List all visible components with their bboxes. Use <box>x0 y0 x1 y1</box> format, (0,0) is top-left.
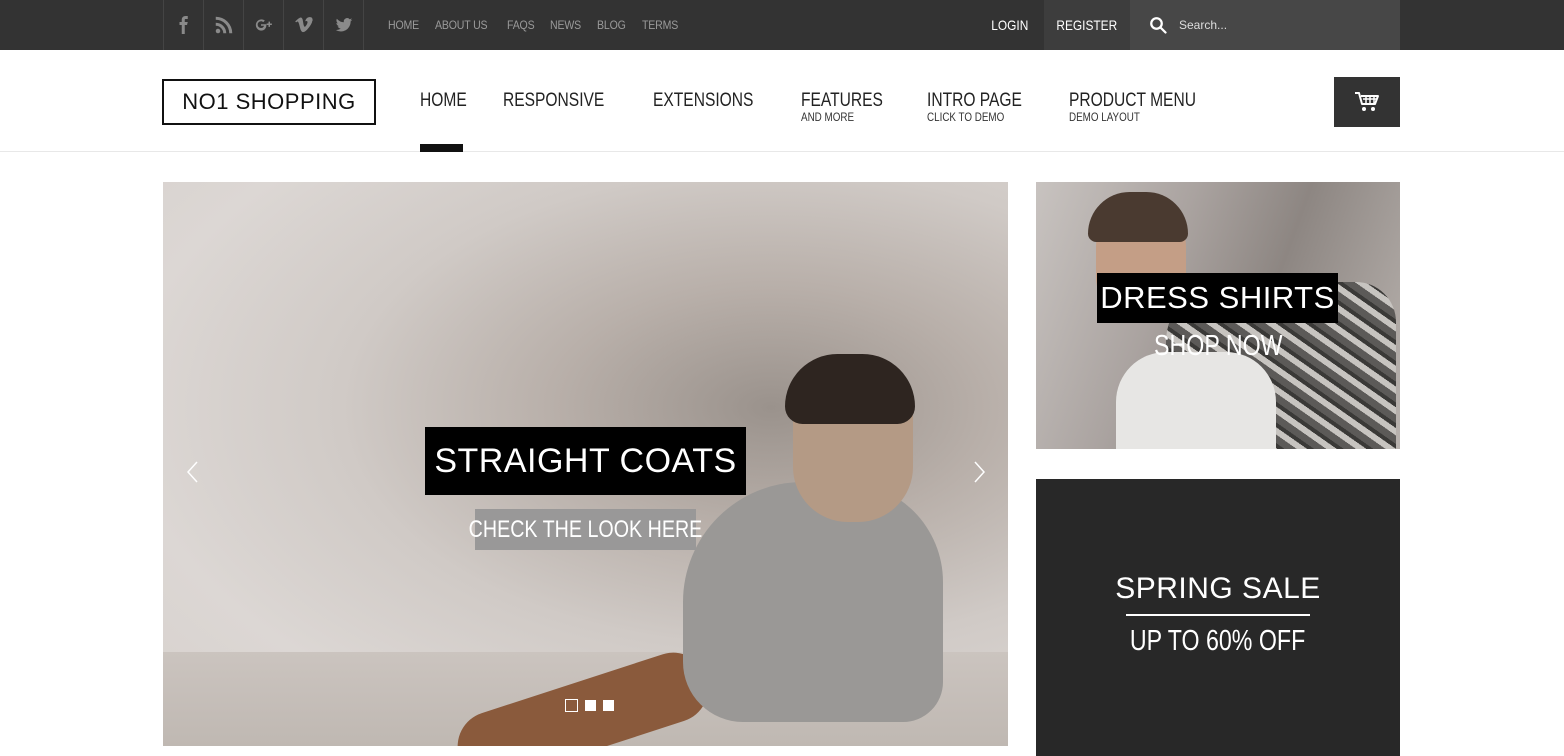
banner-title: DRESS SHIRTS <box>1097 273 1338 323</box>
login-label: LOGIN <box>991 17 1029 33</box>
top-link-faqs[interactable]: FAQS <box>507 18 535 32</box>
nav-sublabel: CLICK TO DEMO <box>926 110 1005 124</box>
slider-dot[interactable] <box>603 700 614 711</box>
search-input[interactable] <box>1179 18 1379 32</box>
nav-label: RESPONSIVE <box>503 90 605 111</box>
search-icon[interactable] <box>1149 16 1167 34</box>
nav-item-extensions[interactable]: EXTENSIONS <box>653 90 775 124</box>
top-link-news[interactable]: NEWS <box>550 18 581 32</box>
check-the-look-button[interactable]: CHECK THE LOOK HERE <box>469 509 702 550</box>
nav-item-home[interactable]: HOME <box>420 90 477 124</box>
slider-dot[interactable] <box>565 699 578 712</box>
top-link-blog[interactable]: BLOG <box>597 18 626 32</box>
banner-title: SPRING SALE <box>1115 572 1321 605</box>
slider-pagination <box>565 699 621 712</box>
banner-subtitle: SHOP NOW <box>1153 330 1283 362</box>
nav-item-intro-page[interactable]: INTRO PAGE CLICK TO DEMO <box>927 90 1043 124</box>
slide-caption: STRAIGHT COATS <box>425 427 746 495</box>
chevron-right-icon[interactable] <box>969 457 989 487</box>
cart-icon <box>1355 92 1379 111</box>
banner-subtitle: UP TO 60% OFF <box>1130 625 1306 657</box>
cart-button[interactable] <box>1334 77 1400 127</box>
hero-slider: STRAIGHT COATS CHECK THE LOOK HERE <box>163 182 1008 746</box>
nav-label: PRODUCT MENU <box>1068 90 1196 111</box>
nav-label: HOME <box>420 90 467 111</box>
nav-active-indicator <box>420 144 463 152</box>
slider-dot[interactable] <box>585 700 596 711</box>
search-box <box>1130 0 1400 50</box>
rss-icon[interactable] <box>204 0 244 50</box>
register-button[interactable]: REGISTER <box>1044 0 1130 50</box>
twitter-icon[interactable] <box>324 0 364 50</box>
dress-shirts-banner[interactable]: DRESS SHIRTS SHOP NOW <box>1036 182 1400 449</box>
nav-label: INTRO PAGE <box>926 90 1022 111</box>
banner-subtitle-wrap: UP TO 60% OFF <box>1036 625 1400 658</box>
banner-image-hair <box>1088 192 1188 242</box>
slide-cta-label: CHECK THE LOOK HERE <box>468 515 703 543</box>
top-link-home[interactable]: HOME <box>388 18 419 32</box>
vimeo-icon[interactable] <box>284 0 324 50</box>
banner-image-tshirt <box>1116 352 1276 449</box>
nav-label: EXTENSIONS <box>652 90 753 111</box>
slide-image-body <box>683 482 943 722</box>
top-bar-inner: HOME ABOUT US FAQS NEWS BLOG TERMS LOGIN… <box>163 0 1400 50</box>
shop-now-link[interactable]: SHOP NOW <box>1036 330 1400 363</box>
top-bar: HOME ABOUT US FAQS NEWS BLOG TERMS LOGIN… <box>0 0 1564 50</box>
top-link-about-us[interactable]: ABOUT US <box>435 18 488 32</box>
chevron-left-icon[interactable] <box>183 457 203 487</box>
main-header: NO1 SHOPPING HOME RESPONSIVE EXTENSIONS … <box>0 50 1564 152</box>
social-links <box>163 0 364 50</box>
slide-image-hair <box>785 354 915 424</box>
site-logo[interactable]: NO1 SHOPPING <box>162 79 376 125</box>
nav-sublabel: AND MORE <box>801 110 855 124</box>
facebook-icon[interactable] <box>164 0 204 50</box>
top-links: HOME ABOUT US FAQS NEWS BLOG TERMS <box>388 0 695 50</box>
nav-item-responsive[interactable]: RESPONSIVE <box>503 90 627 124</box>
nav-item-product-menu[interactable]: PRODUCT MENU DEMO LAYOUT <box>1069 90 1224 124</box>
spring-sale-banner[interactable]: SPRING SALE UP TO 60% OFF <box>1036 479 1400 756</box>
top-link-terms[interactable]: TERMS <box>642 18 678 32</box>
main-nav: HOME RESPONSIVE EXTENSIONS FEATURES AND … <box>420 90 1250 124</box>
google-plus-icon[interactable] <box>244 0 284 50</box>
login-button[interactable]: LOGIN <box>976 0 1044 50</box>
nav-sublabel: DEMO LAYOUT <box>1068 110 1140 124</box>
divider <box>1126 614 1310 616</box>
nav-item-features[interactable]: FEATURES AND MORE <box>801 90 901 124</box>
register-label: REGISTER <box>1056 17 1118 33</box>
nav-label: FEATURES <box>801 90 883 111</box>
